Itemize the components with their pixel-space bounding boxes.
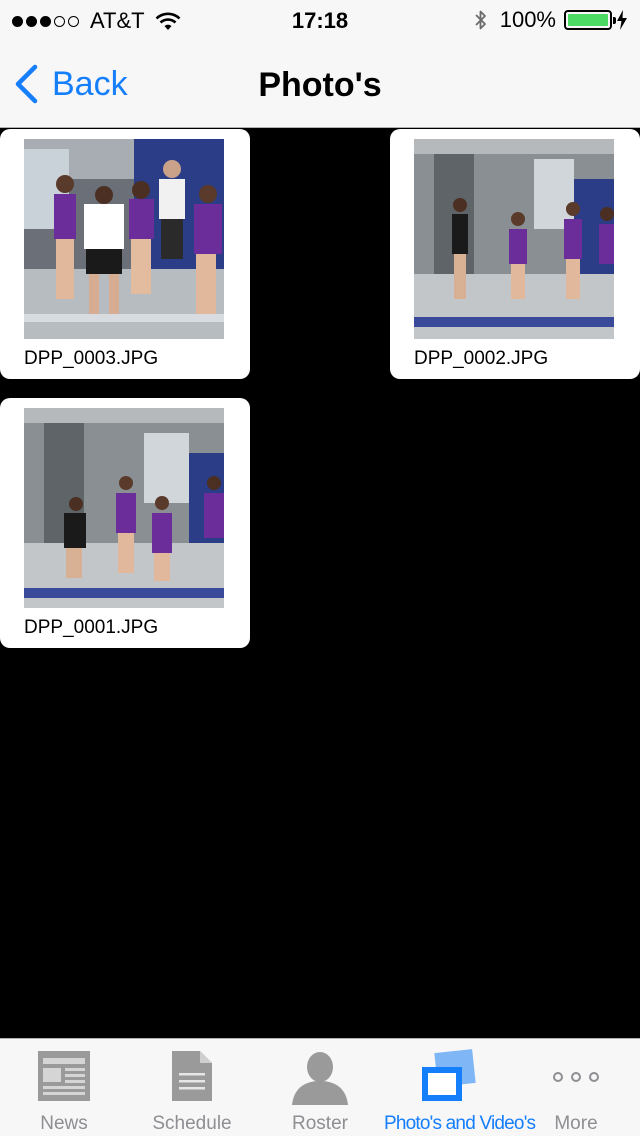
basketball-photo-image — [24, 139, 224, 339]
navigation-bar: Back Photo's — [0, 40, 640, 128]
photo-filename: DPP_0003.JPG — [24, 348, 159, 369]
tab-news[interactable]: News — [0, 1039, 128, 1136]
page-title: Photo's — [258, 66, 382, 104]
bluetooth-icon — [475, 10, 486, 30]
charging-bolt-icon — [617, 10, 627, 30]
document-icon — [172, 1051, 212, 1101]
photo-thumbnail — [24, 139, 224, 339]
newspaper-icon — [38, 1051, 90, 1101]
tab-label: Roster — [292, 1113, 348, 1134]
tab-label: News — [40, 1113, 88, 1134]
battery-icon — [564, 10, 616, 30]
basketball-photo-image — [24, 408, 224, 608]
photo-thumbnail — [24, 408, 224, 608]
tab-label: Photo's and Video's — [384, 1113, 536, 1134]
tab-bar: News Schedule Roster Photo's and Video's — [0, 1038, 640, 1136]
battery-fill — [568, 14, 608, 26]
tab-label: More — [554, 1113, 598, 1134]
tab-label: Schedule — [152, 1113, 232, 1134]
person-icon — [292, 1052, 348, 1105]
tab-roster[interactable]: Roster — [256, 1039, 384, 1136]
status-bar: AT&T 17:18 100% — [0, 0, 640, 40]
photo-thumbnail — [414, 139, 614, 339]
more-dots-icon — [553, 1072, 599, 1082]
tab-schedule[interactable]: Schedule — [128, 1039, 256, 1136]
battery-percentage: 100% — [499, 7, 556, 32]
photo-filename: DPP_0002.JPG — [414, 348, 549, 369]
photo-card[interactable]: DPP_0002.JPG — [390, 129, 640, 379]
tab-more[interactable]: More — [512, 1039, 640, 1136]
status-right: 100% — [474, 7, 628, 33]
photos-icon — [422, 1049, 476, 1101]
photo-filename: DPP_0001.JPG — [24, 617, 159, 638]
photo-card[interactable]: DPP_0001.JPG — [0, 398, 250, 648]
tab-photos-and-videos[interactable]: Photo's and Video's — [384, 1039, 536, 1136]
basketball-photo-image — [414, 139, 614, 339]
battery-tip — [613, 17, 616, 24]
photo-card[interactable]: DPP_0003.JPG — [0, 129, 250, 379]
